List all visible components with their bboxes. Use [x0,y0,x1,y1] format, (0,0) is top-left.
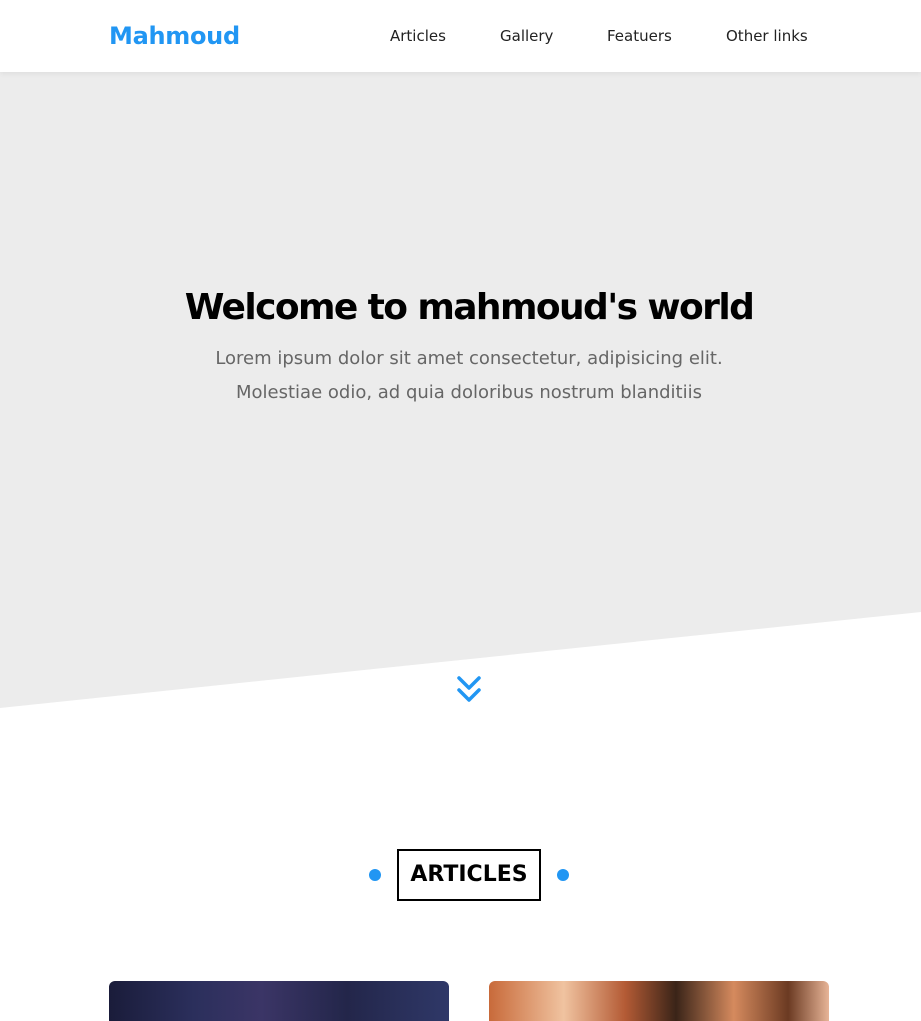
double-chevron-down-icon[interactable] [456,675,482,705]
article-card-image-1[interactable] [109,981,449,1021]
site-header: Mahmoud Articles Gallery Featuers Other … [0,0,921,72]
article-card-image-2[interactable] [489,981,829,1021]
hero-text: Lorem ipsum dolor sit amet consectetur, … [0,342,921,410]
articles-section-heading: ARTICLES [368,849,570,901]
hero-text-line-1: Lorem ipsum dolor sit amet consectetur, … [215,348,723,369]
nav-link-other-links[interactable]: Other links [726,26,808,46]
heading-dot-left [369,869,381,881]
landing-section: Welcome to mahmoud's world Lorem ipsum d… [0,72,921,708]
site-logo[interactable]: Mahmoud [109,20,240,52]
nav-link-featuers[interactable]: Featuers [607,26,672,46]
articles-title: ARTICLES [397,849,541,901]
hero-text-line-2: Molestiae odio, ad quia doloribus nostru… [236,382,702,403]
nav-link-articles[interactable]: Articles [390,26,446,46]
hero-title: Welcome to mahmoud's world [184,287,755,328]
heading-dot-right [557,869,569,881]
nav-link-gallery[interactable]: Gallery [500,26,553,46]
